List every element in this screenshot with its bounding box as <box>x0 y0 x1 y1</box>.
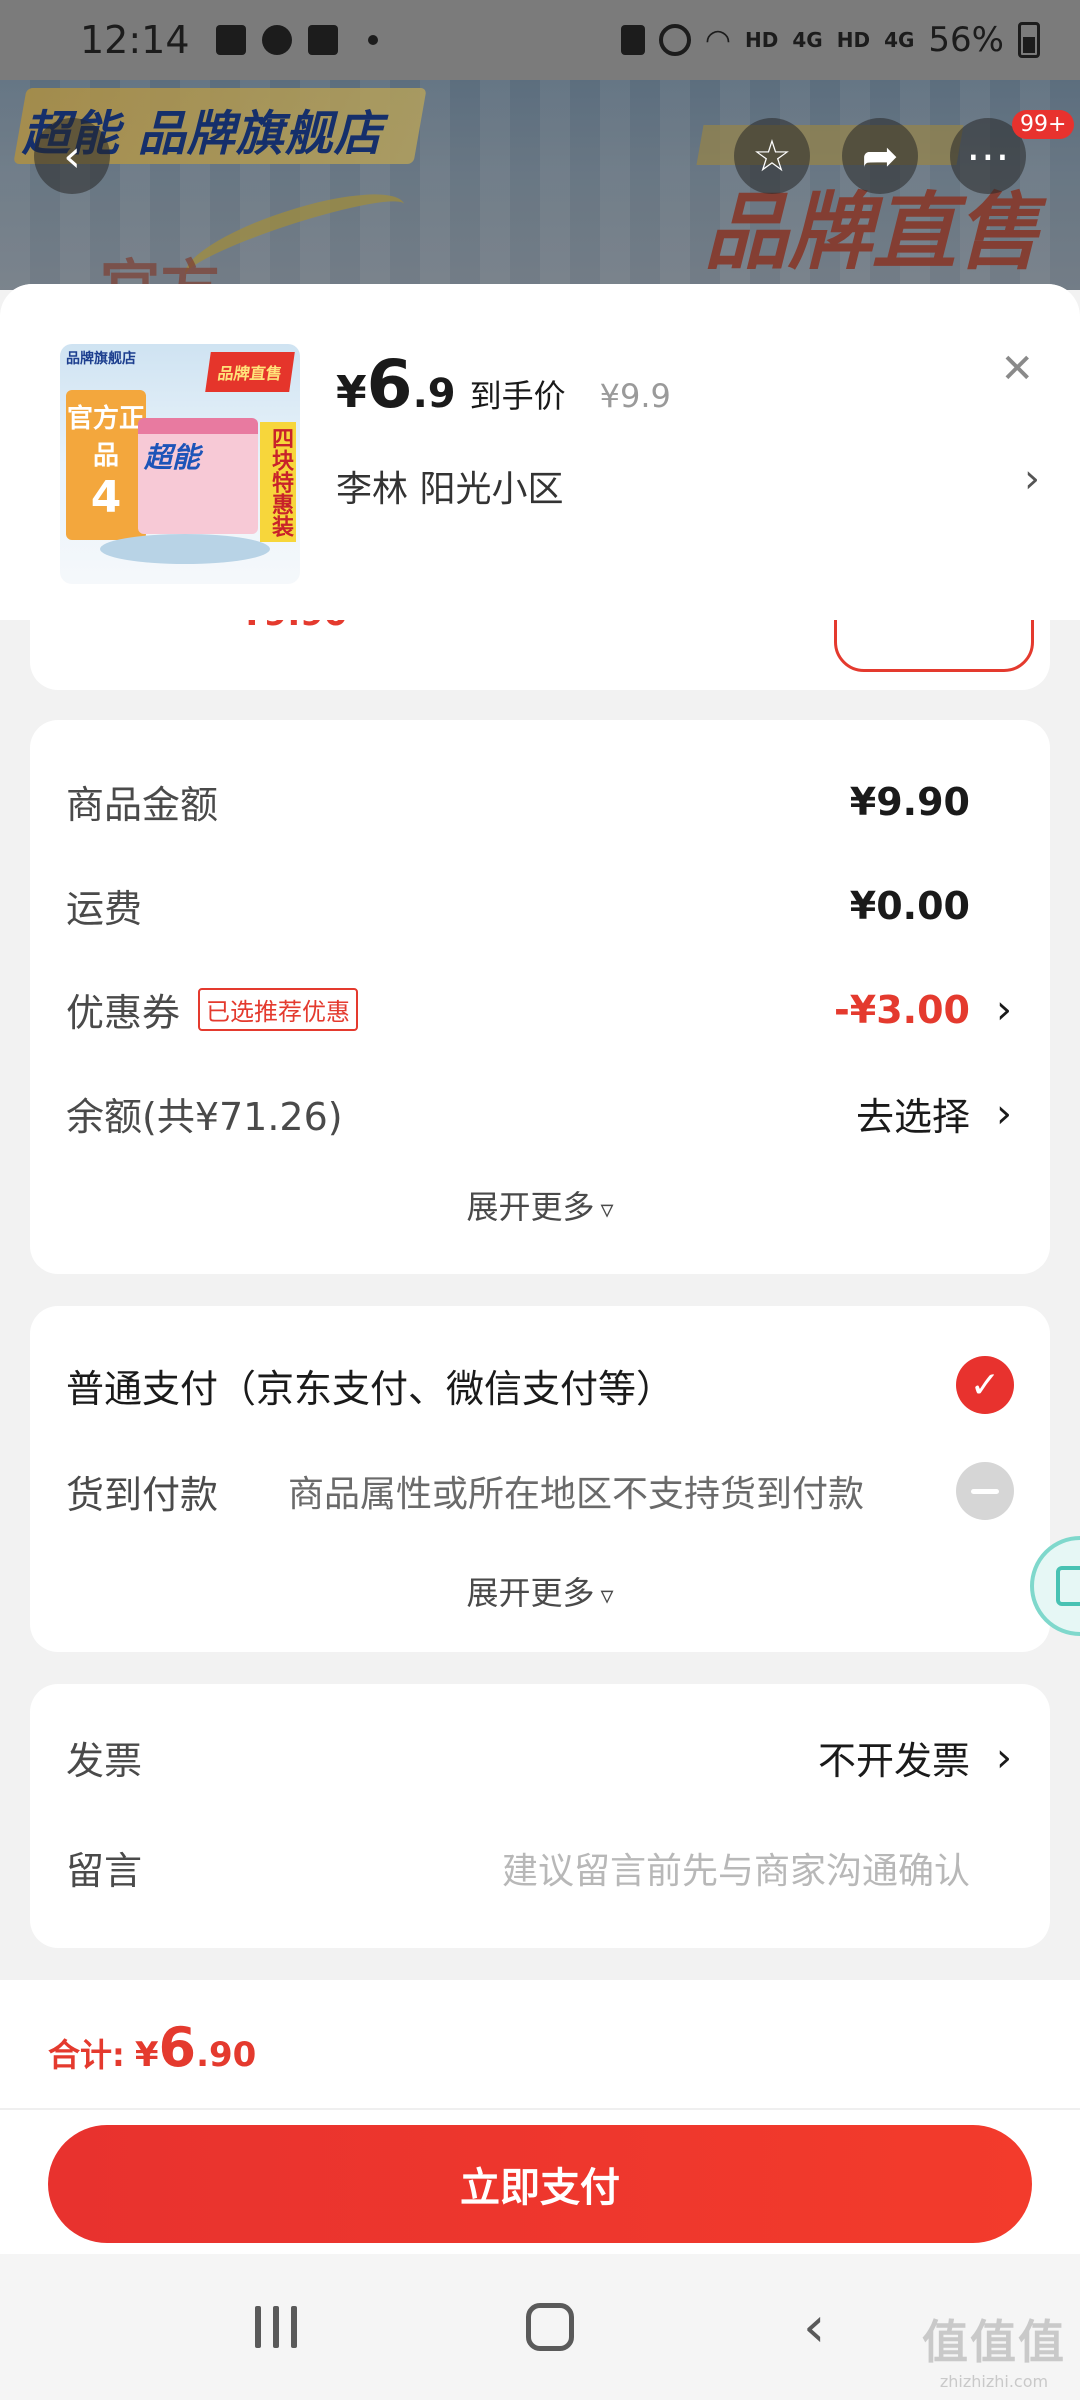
signal-hd-2: HD <box>836 28 871 52</box>
total-amount: 合计: ¥ 6 .90 <box>48 2016 256 2079</box>
share-button[interactable]: ➦ <box>842 118 918 194</box>
invoice-value: 不开发票 <box>817 1739 970 1783</box>
thumb-plate <box>100 534 270 564</box>
product-image[interactable]: 品牌旗舰店 品牌直售 官方正品 4 超能 四块特惠装 <box>60 344 300 584</box>
watermark-url: zhizhizhi.com <box>939 2372 1049 2391</box>
total-decimal: .90 <box>196 2035 257 2075</box>
thumb-official-badge: 官方正品 4 <box>66 390 146 540</box>
check-icon[interactable]: ✓ <box>956 1356 1014 1414</box>
coupon-row[interactable]: 优惠券 已选推荐优惠 -¥3.00 › <box>66 982 1014 1037</box>
original-price: ¥9.9 <box>599 377 671 415</box>
pay-now-button[interactable]: 立即支付 <box>48 2125 1032 2243</box>
battery-saver-icon <box>620 25 645 55</box>
thumb-logo: 超能 <box>144 441 201 474</box>
share-icon: ➦ <box>861 130 899 182</box>
wechat-icon <box>261 25 292 55</box>
amounts-card: 商品金额 ¥9.90 运费 ¥0.00 优惠券 已选推荐优惠 -¥3.00 › … <box>30 720 1050 1274</box>
coupon-label: 优惠券 <box>66 991 181 1035</box>
delivery-address[interactable]: 李林 阳光小区 <box>336 460 563 512</box>
balance-row[interactable]: 余额(共¥71.26) 去选择 › <box>66 1086 1014 1141</box>
expand-more-label: 展开更多 <box>466 1574 595 1612</box>
chevron-down-icon: ▿ <box>600 1195 614 1225</box>
price-decimal: .9 <box>412 371 456 417</box>
back-icon: ‹ <box>63 130 81 182</box>
signal-4g-2: 4G <box>884 28 915 52</box>
status-bar: 12:14 ◠ HD 4G HD 4G 56% <box>0 0 1080 80</box>
checkout-sheet: 品牌旗舰店 品牌直售 官方正品 4 超能 四块特惠装 ¥ 6 .9 到手价 ¥9… <box>0 284 1080 2254</box>
thumb-special-pack: 四块特惠装 <box>260 422 296 542</box>
shipping-value: ¥0.00 <box>849 883 970 928</box>
chevron-down-icon: ▿ <box>600 1581 614 1611</box>
close-icon[interactable]: ✕ <box>1000 346 1034 392</box>
system-navigation-bar: ‹ <box>0 2254 1080 2400</box>
chevron-right-icon[interactable]: › <box>1024 456 1040 502</box>
chevron-right-icon: › <box>996 1734 1012 1781</box>
total-currency: ¥ <box>134 2035 159 2075</box>
favorite-button[interactable]: ☆ <box>734 118 810 194</box>
payment-expand-more[interactable]: 展开更多 ▿ <box>30 1568 1050 1614</box>
balance-label: 余额(共¥71.26) <box>66 1095 343 1139</box>
notification-badge: 99+ <box>1012 110 1075 139</box>
expand-more-label: 展开更多 <box>466 1188 595 1226</box>
battery-icon <box>1018 22 1040 58</box>
message-label: 留言 <box>66 1849 143 1893</box>
invoice-message-card: 发票 不开发票 › 留言 建议留言前先与商家沟通确认 <box>30 1684 1050 1948</box>
notification-icons <box>215 25 378 55</box>
recents-icon[interactable] <box>254 2306 297 2348</box>
total-integer: 6 <box>158 2016 197 2079</box>
price-currency: ¥ <box>336 367 367 418</box>
sheet-header: 品牌旗舰店 品牌直售 官方正品 4 超能 四块特惠装 ¥ 6 .9 到手价 ¥9… <box>0 284 1080 620</box>
wifi-icon: ◠ <box>704 22 732 58</box>
payment-card: 普通支付（京东支付、微信支付等） ✓ 货到付款 商品属性或所在地区不支持货到付款… <box>30 1306 1050 1652</box>
status-time: 12:14 <box>80 18 190 62</box>
shipping-row: 运费 ¥0.00 <box>66 878 1014 933</box>
gallery-icon <box>307 25 338 55</box>
alarm-icon <box>658 24 691 56</box>
coupon-value: -¥3.00 <box>834 987 970 1032</box>
thumb-store-tag: 品牌旗舰店 <box>66 351 136 367</box>
chevron-right-icon: › <box>996 986 1012 1033</box>
normal-payment-option[interactable]: 普通支付（京东支付、微信支付等） ✓ <box>66 1356 1014 1414</box>
disabled-icon <box>956 1462 1014 1520</box>
back-button[interactable]: ‹ <box>34 118 110 194</box>
invoice-row[interactable]: 发票 不开发票 › <box>66 1730 1014 1785</box>
thumb-direct-tag: 品牌直售 <box>205 352 295 392</box>
more-icon: ⋯ <box>966 130 1010 182</box>
amounts-expand-more[interactable]: 展开更多 ▿ <box>30 1182 1050 1228</box>
watermark: 值值值 zhizhizhi.com <box>922 2306 1066 2391</box>
shipping-label: 运费 <box>66 887 143 931</box>
chevron-right-icon: › <box>996 1090 1012 1137</box>
goods-amount-label: 商品金额 <box>66 783 219 827</box>
message-row[interactable]: 留言 建议留言前先与商家沟通确认 <box>66 1840 1014 1895</box>
price-row: ¥ 6 .9 到手价 ¥9.9 <box>336 346 671 423</box>
message-input[interactable]: 建议留言前先与商家沟通确认 <box>502 1842 970 1894</box>
status-right: ◠ HD 4G HD 4G 56% <box>620 20 1040 60</box>
home-icon[interactable] <box>525 2303 574 2351</box>
footer-divider <box>0 2108 1080 2110</box>
price-integer: 6 <box>366 346 413 423</box>
total-label: 合计: <box>48 2036 125 2074</box>
coupon-recommend-tag: 已选推荐优惠 <box>198 988 359 1031</box>
invoice-label: 发票 <box>66 1739 143 1783</box>
more-notifications-dot <box>367 35 378 45</box>
battery-percent: 56% <box>928 20 1004 60</box>
star-icon: ☆ <box>752 130 792 182</box>
cod-unsupported-note: 商品属性或所在地区不支持货到付款 <box>288 1474 865 1515</box>
checkout-footer: 合计: ¥ 6 .90 立即支付 <box>0 1980 1080 2254</box>
cod-payment-option: 货到付款 商品属性或所在地区不支持货到付款 <box>66 1462 1014 1520</box>
goods-amount-value: ¥9.90 <box>849 779 970 824</box>
goods-amount-row: 商品金额 ¥9.90 <box>66 774 1014 829</box>
normal-payment-label: 普通支付（京东支付、微信支付等） <box>66 1366 675 1411</box>
system-back-icon[interactable]: ‹ <box>803 2295 825 2360</box>
final-price-label: 到手价 <box>469 377 566 415</box>
app-notification-icon <box>215 25 246 55</box>
signal-4g-1: 4G <box>792 28 823 52</box>
cod-label: 货到付款 <box>66 1472 219 1517</box>
balance-select: 去选择 <box>855 1095 970 1139</box>
signal-hd-1: HD <box>745 28 779 52</box>
watermark-logo: 值值值 <box>922 2315 1066 2369</box>
